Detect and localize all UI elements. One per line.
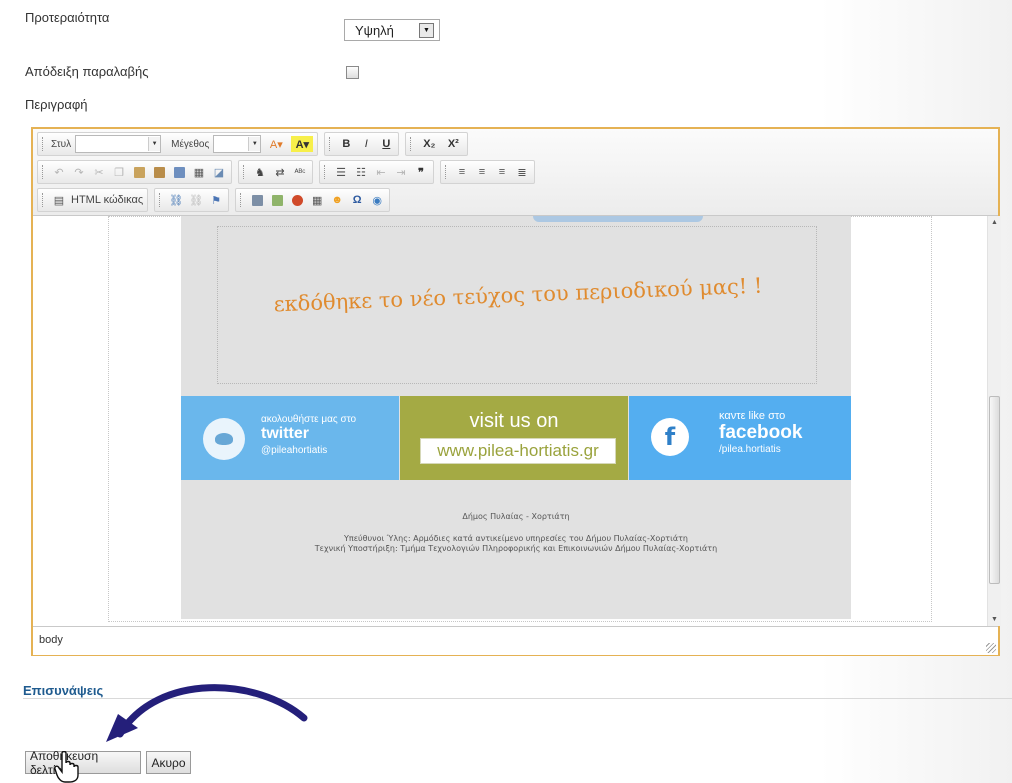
rich-text-editor: Στυλ ▼ Μέγεθος ▼ A▾ A▾ B I U X₂ X² ↶ ↷ ✂… — [31, 127, 1001, 656]
chevron-down-icon[interactable]: ▼ — [419, 22, 434, 38]
image-icon[interactable] — [249, 192, 265, 208]
flash-icon[interactable] — [269, 192, 285, 208]
receipt-checkbox[interactable] — [346, 66, 359, 79]
toolbar-group-source: ▤ HTML κώδικας — [37, 188, 149, 212]
facebook-banner[interactable]: f καντε like στο facebook /pilea.hortiat… — [629, 396, 851, 480]
twitter-brand: twitter — [261, 425, 309, 442]
headline: εκδόθηκε το νέο τεύχος του περιοδικού μα… — [273, 273, 763, 317]
align-center-icon[interactable]: ≡ — [474, 164, 490, 180]
numbered-list-icon[interactable]: ☰ — [333, 164, 349, 180]
priority-select-value: Υψηλή — [355, 22, 394, 38]
cut-icon[interactable]: ✂ — [91, 164, 107, 180]
toolbar-group-insert: ▦ ☻ Ω ◉ — [235, 188, 391, 212]
facebook-handle: /pilea.hortiatis — [719, 444, 781, 455]
twitter-handle: @pileahortiatis — [261, 445, 328, 456]
smiley-icon[interactable]: ☻ — [329, 192, 345, 208]
scroll-down-icon[interactable]: ▼ — [988, 613, 1001, 626]
media-icon[interactable] — [289, 192, 305, 208]
paste-word-icon[interactable] — [171, 164, 187, 180]
special-char-icon[interactable]: Ω — [349, 192, 365, 208]
unlink-icon[interactable]: ⛓ — [188, 192, 204, 208]
logo-partial — [533, 216, 703, 222]
insert-table-icon[interactable]: ▦ — [309, 192, 325, 208]
priority-label: Προτεραιότητα — [25, 10, 110, 25]
toolbar-group-lists: ☰ ☷ ⇤ ⇥ ❞ — [319, 160, 434, 184]
style-combo[interactable]: ▼ — [75, 135, 162, 153]
description-label: Περιγραφή — [25, 97, 88, 112]
toolbar-group-align: ≡ ≡ ≡ ≣ — [440, 160, 535, 184]
editor-toolbar: Στυλ ▼ Μέγεθος ▼ A▾ A▾ B I U X₂ X² ↶ ↷ ✂… — [33, 129, 998, 216]
editor-scrollbar[interactable]: ▲ ▼ — [987, 216, 1001, 626]
redo-icon[interactable]: ↷ — [71, 164, 87, 180]
copy-icon[interactable]: ❐ — [111, 164, 127, 180]
element-path[interactable]: body — [39, 634, 63, 646]
priority-select[interactable]: Υψηλή ▼ — [344, 19, 440, 41]
attachments-title: Επισυνάψεις — [23, 683, 104, 698]
bg-color-icon[interactable]: A▾ — [291, 136, 314, 152]
subscript-icon[interactable]: X₂ — [419, 136, 439, 152]
toolbar-group-links: ⛓ ⛓ ⚑ — [154, 188, 230, 212]
text-color-icon[interactable]: A▾ — [265, 136, 287, 152]
facebook-like-text: καντε like στο — [719, 410, 786, 422]
blockquote-icon[interactable]: ❞ — [413, 164, 429, 180]
style-label: Στυλ — [51, 138, 72, 150]
editor-content[interactable]: εκδόθηκε το νέο τεύχος του περιοδικού μα… — [33, 216, 987, 626]
twitter-banner[interactable]: ακολουθήστε μας στο twitter @pileahortia… — [181, 396, 399, 480]
facebook-icon: f — [651, 418, 689, 456]
headline-box: εκδόθηκε το νέο τεύχος του περιοδικού μα… — [217, 226, 817, 384]
toolbar-group-find: ♞ ⇄ ᴬᴮᶜ — [238, 160, 313, 184]
editor-status-bar: body — [33, 626, 998, 655]
size-combo[interactable]: ▼ — [213, 135, 262, 153]
indent-icon[interactable]: ⇥ — [393, 164, 409, 180]
toolbar-group-edit: ↶ ↷ ✂ ❐ ▦ ◪ — [37, 160, 232, 184]
underline-icon[interactable]: U — [378, 136, 394, 152]
source-icon[interactable]: ▤ — [51, 192, 67, 208]
link-icon[interactable]: ⛓ — [168, 192, 184, 208]
footer-line-1: Υπεύθυνοι Ύλης: Αρμόδιες κατά αντικείμεν… — [344, 534, 688, 543]
annotation-arrow-icon — [106, 684, 308, 742]
resize-handle-icon[interactable] — [986, 643, 996, 653]
bullet-list-icon[interactable]: ☷ — [353, 164, 369, 180]
paste-text-icon[interactable] — [151, 164, 167, 180]
outdent-icon[interactable]: ⇤ — [373, 164, 389, 180]
save-button[interactable]: Αποθήκευση δελτίου — [25, 749, 141, 777]
anchor-flag-icon[interactable]: ⚑ — [208, 192, 224, 208]
visit-text: visit us on — [469, 410, 559, 432]
twitter-follow-text: ακολουθήστε μας στο — [261, 414, 357, 425]
undo-icon[interactable]: ↶ — [51, 164, 67, 180]
align-justify-icon[interactable]: ≣ — [514, 164, 530, 180]
html-code-button[interactable]: HTML κώδικας — [71, 194, 143, 206]
scroll-thumb[interactable] — [989, 396, 1000, 584]
bold-icon[interactable]: B — [338, 136, 354, 152]
toolbar-group-format: Στυλ ▼ Μέγεθος ▼ A▾ A▾ — [37, 132, 319, 156]
receipt-label: Απόδειξη παραλαβής — [25, 64, 149, 79]
toolbar-group-basic: B I U — [324, 132, 400, 156]
align-left-icon[interactable]: ≡ — [454, 164, 470, 180]
table-icon[interactable]: ▦ — [191, 164, 207, 180]
website-banner[interactable]: visit us on www.pilea-hortiatis.gr — [400, 396, 628, 480]
footer-title: Δήμος Πυλαίας - Χορτιάτη — [462, 512, 570, 521]
footer-line-2: Τεχνική Υποστήριξη: Τμήμα Τεχνολογιών Πλ… — [314, 544, 718, 553]
iframe-icon[interactable]: ◉ — [369, 192, 385, 208]
spellcheck-icon[interactable]: ᴬᴮᶜ — [292, 164, 308, 180]
paste-icon[interactable] — [131, 164, 147, 180]
newsletter: εκδόθηκε το νέο τεύχος του περιοδικού μα… — [181, 216, 851, 619]
twitter-bird-icon — [203, 418, 245, 460]
size-label: Μέγεθος — [171, 138, 210, 150]
facebook-brand: facebook — [719, 422, 803, 443]
cancel-button[interactable]: Ακυρο — [146, 751, 191, 774]
find-icon[interactable]: ♞ — [252, 164, 268, 180]
website-url: www.pilea-hortiatis.gr — [420, 438, 616, 464]
italic-icon[interactable]: I — [358, 136, 374, 152]
replace-icon[interactable]: ⇄ — [272, 164, 288, 180]
hand-cursor-icon — [54, 751, 79, 783]
toolbar-group-script: X₂ X² — [405, 132, 469, 156]
eraser-icon[interactable]: ◪ — [211, 164, 227, 180]
superscript-icon[interactable]: X² — [443, 136, 463, 152]
scroll-up-icon[interactable]: ▲ — [988, 216, 1001, 229]
align-right-icon[interactable]: ≡ — [494, 164, 510, 180]
